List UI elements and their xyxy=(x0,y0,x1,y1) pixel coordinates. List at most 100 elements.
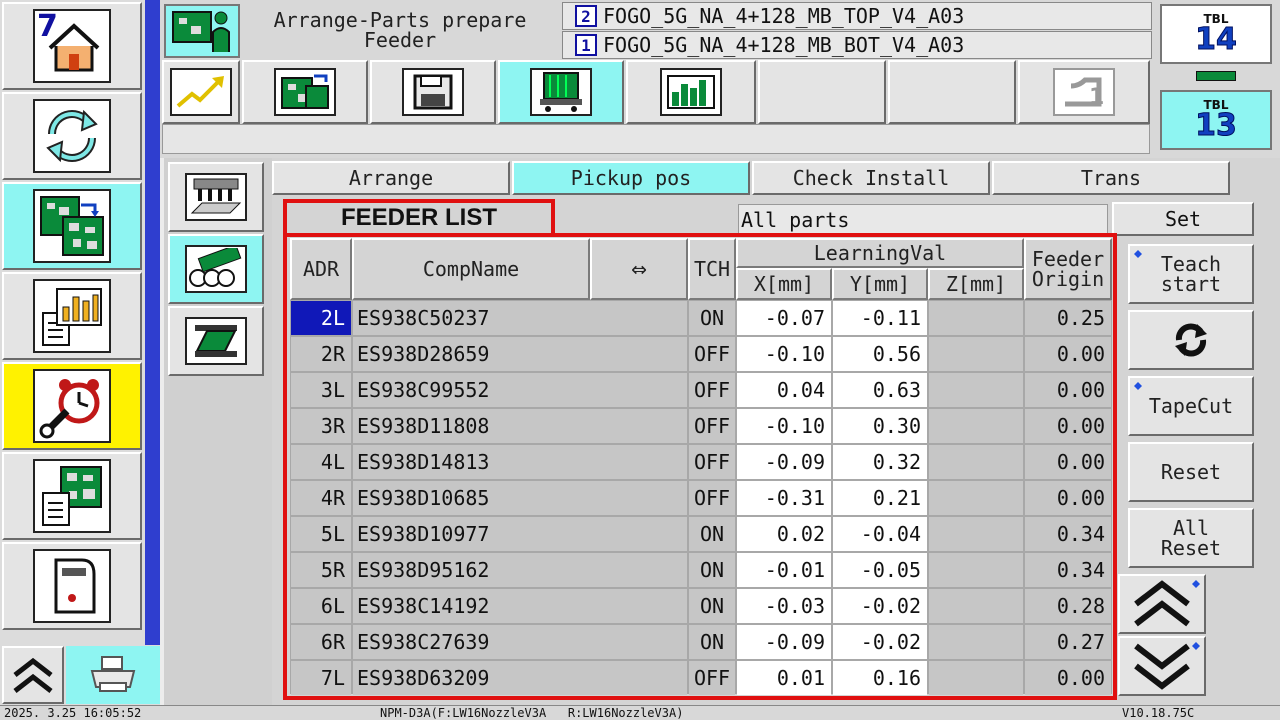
cell-x[interactable]: 0.02 xyxy=(737,517,831,551)
table-row[interactable]: 4R ES938D10685 OFF -0.31 0.21 0.00 xyxy=(290,480,1112,516)
table-row[interactable]: 6R ES938C27639 ON -0.09 -0.02 0.27 xyxy=(290,624,1112,660)
cell-y[interactable]: -0.02 xyxy=(833,625,927,659)
cell-y[interactable]: -0.04 xyxy=(833,517,927,551)
cell-compname: ES938C50237 xyxy=(353,301,687,335)
parts-filter[interactable]: All parts xyxy=(738,204,1108,236)
page-down-button[interactable] xyxy=(1118,636,1206,696)
report-button[interactable] xyxy=(2,272,142,360)
cell-origin: 0.00 xyxy=(1025,337,1111,371)
header-x-mm: X[mm] xyxy=(736,268,832,300)
cell-x[interactable]: -0.10 xyxy=(737,337,831,371)
all-reset-button[interactable]: All Reset xyxy=(1128,508,1254,568)
cell-y[interactable]: 0.32 xyxy=(833,445,927,479)
toolbar-empty-1 xyxy=(758,60,886,124)
tab-check-install[interactable]: Check Install xyxy=(752,161,990,195)
table-row[interactable]: 4L ES938D14813 OFF -0.09 0.32 0.00 xyxy=(290,444,1112,480)
cell-origin: 0.25 xyxy=(1025,301,1111,335)
cell-y[interactable]: -0.05 xyxy=(833,553,927,587)
cell-tch: OFF xyxy=(689,445,735,479)
cell-x[interactable]: 0.01 xyxy=(737,661,831,695)
table-13-button[interactable]: TBL 13 xyxy=(1160,90,1272,150)
cell-y[interactable]: -0.02 xyxy=(833,589,927,623)
tape-cut-button[interactable]: TapeCut xyxy=(1128,376,1254,436)
status-bar: 2025. 3.25 16:05:52 NPM-D3A(F:LW16Nozzle… xyxy=(0,705,1280,720)
print-button[interactable] xyxy=(66,646,160,704)
indicator-icon xyxy=(1192,580,1200,588)
header-learningval: LearningVal xyxy=(736,238,1024,268)
cell-compname: ES938D95162 xyxy=(353,553,687,587)
cell-compname: ES938C27639 xyxy=(353,625,687,659)
reset-button[interactable]: Reset xyxy=(1128,442,1254,502)
swap-columns-button[interactable]: ⇔ xyxy=(590,238,688,300)
table-row[interactable]: 5R ES938D95162 ON -0.01 -0.05 0.34 xyxy=(290,552,1112,588)
cell-x[interactable]: -0.31 xyxy=(737,481,831,515)
scroll-up-nav-button[interactable] xyxy=(2,646,64,704)
statistics-button[interactable] xyxy=(626,60,756,124)
program-name: FOGO_5G_NA_4+128_MB_BOT_V4_A03 xyxy=(603,33,965,57)
cell-adr: 3R xyxy=(291,409,351,443)
cell-y[interactable]: 0.21 xyxy=(833,481,927,515)
cell-z xyxy=(929,553,1023,587)
production-switch-button[interactable] xyxy=(2,92,142,180)
table-row[interactable]: 3L ES938C99552 OFF 0.04 0.63 0.00 xyxy=(290,372,1112,408)
refresh-arrows-icon xyxy=(33,99,111,173)
cell-x[interactable]: -0.03 xyxy=(737,589,831,623)
pcb-document-icon xyxy=(33,459,111,533)
feeder-cart-button[interactable] xyxy=(498,60,624,124)
table-14-button[interactable]: TBL 14 xyxy=(1160,4,1272,64)
double-chevron-down-icon xyxy=(1134,643,1190,690)
arrange-parts-button[interactable] xyxy=(2,182,142,270)
cell-x[interactable]: -0.07 xyxy=(737,301,831,335)
maintenance-button[interactable] xyxy=(2,362,142,450)
save-button[interactable] xyxy=(370,60,496,124)
tab-trans[interactable]: Trans xyxy=(992,161,1230,195)
home-button[interactable]: 7 xyxy=(2,2,142,90)
status-datetime: 2025. 3.25 16:05:52 xyxy=(4,706,142,720)
cell-z xyxy=(929,373,1023,407)
cell-z xyxy=(929,517,1023,551)
cell-z xyxy=(929,661,1023,695)
tab-pickup-pos[interactable]: Pickup pos xyxy=(512,161,750,195)
alarm-clock-wrench-icon xyxy=(33,369,111,443)
cell-x[interactable]: -0.10 xyxy=(737,409,831,443)
cell-x[interactable]: -0.09 xyxy=(737,625,831,659)
cell-y[interactable]: 0.63 xyxy=(833,373,927,407)
table-row[interactable]: 3R ES938D11808 OFF -0.10 0.30 0.00 xyxy=(290,408,1112,444)
feeder-view-button[interactable] xyxy=(168,234,264,304)
pcb-data-button[interactable] xyxy=(2,452,142,540)
cell-y[interactable]: 0.56 xyxy=(833,337,927,371)
table-row[interactable]: 5L ES938D10977 ON 0.02 -0.04 0.34 xyxy=(290,516,1112,552)
cell-adr: 7L xyxy=(291,661,351,695)
cell-origin: 0.27 xyxy=(1025,625,1111,659)
refresh-button[interactable] xyxy=(1128,310,1254,370)
cell-x[interactable]: 0.04 xyxy=(737,373,831,407)
trend-button[interactable] xyxy=(162,60,240,124)
set-button[interactable]: Set xyxy=(1112,202,1254,236)
header-z-mm: Z[mm] xyxy=(928,268,1024,300)
page-up-button[interactable] xyxy=(1118,574,1206,634)
table-row[interactable]: 2R ES938D28659 OFF -0.10 0.56 0.00 xyxy=(290,336,1112,372)
cell-y[interactable]: 0.30 xyxy=(833,409,927,443)
cell-tch: ON xyxy=(689,517,735,551)
cell-y[interactable]: -0.11 xyxy=(833,301,927,335)
printer-icon xyxy=(90,656,136,692)
header-compname[interactable]: CompName xyxy=(352,238,590,300)
machine-button[interactable] xyxy=(2,542,142,630)
tray-view-button[interactable] xyxy=(168,306,264,376)
header-y-mm: Y[mm] xyxy=(832,268,928,300)
tape-reel-icon xyxy=(185,245,247,293)
teach-start-button[interactable]: Teach start xyxy=(1128,244,1254,304)
unit-select-button[interactable]: 1 xyxy=(1018,60,1150,124)
pcb-transfer-button[interactable] xyxy=(242,60,368,124)
table-row[interactable]: 7L ES938D63209 OFF 0.01 0.16 0.00 xyxy=(290,660,1112,696)
cell-y[interactable]: 0.16 xyxy=(833,661,927,695)
cell-x[interactable]: -0.09 xyxy=(737,445,831,479)
cell-z xyxy=(929,337,1023,371)
table-row[interactable]: 2L ES938C50237 ON -0.07 -0.11 0.25 xyxy=(290,300,1112,336)
table-row[interactable]: 6L ES938C14192 ON -0.03 -0.02 0.28 xyxy=(290,588,1112,624)
pcb-transfer-icon xyxy=(274,68,336,116)
tab-arrange[interactable]: Arrange xyxy=(272,161,510,195)
nozzle-view-button[interactable] xyxy=(168,162,264,232)
cell-x[interactable]: -0.01 xyxy=(737,553,831,587)
cell-adr: 6L xyxy=(291,589,351,623)
